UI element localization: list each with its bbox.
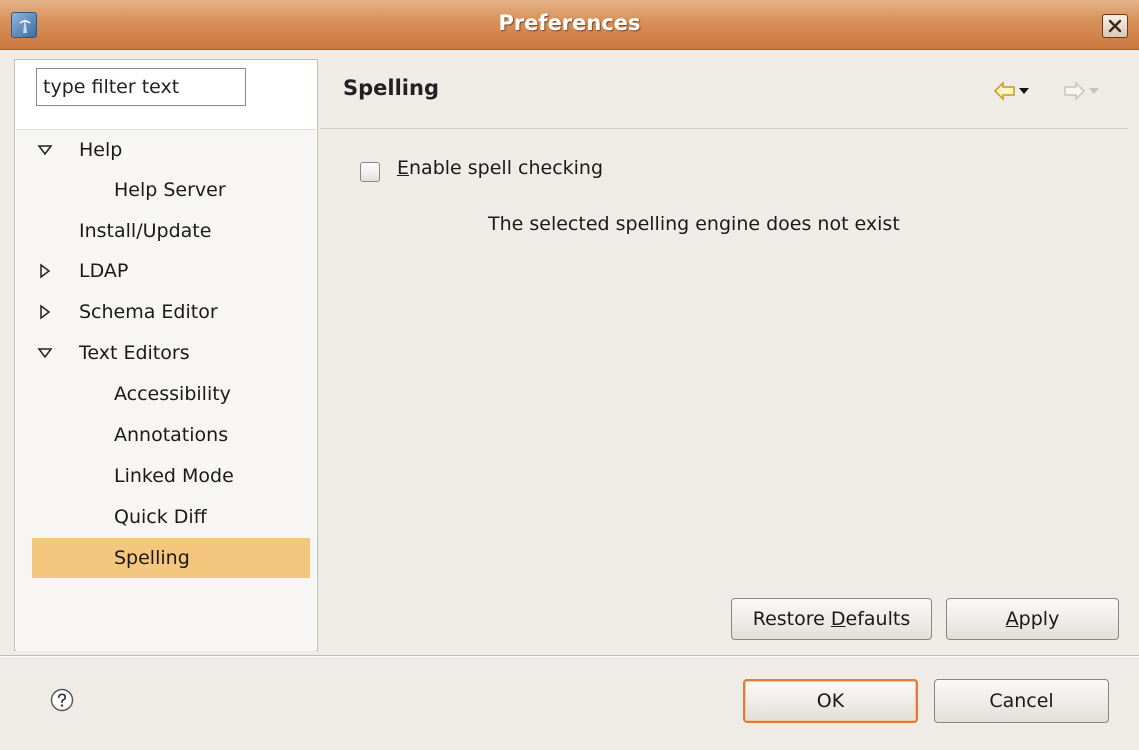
mnemonic-letter: E xyxy=(397,157,410,179)
cancel-button[interactable]: Cancel xyxy=(934,679,1109,723)
tree-item-label: Help Server xyxy=(114,179,226,201)
preferences-window: Preferences type filter text Help Help S… xyxy=(0,0,1139,750)
preference-navigation-pane: type filter text Help Help Server Instal… xyxy=(14,59,318,651)
tree-item-text-editors[interactable]: Text Editors xyxy=(16,333,316,373)
enable-spell-checking-checkbox[interactable] xyxy=(360,162,380,182)
window-title: Preferences xyxy=(498,11,641,35)
tree-item-label: Accessibility xyxy=(114,383,231,405)
tree-item-label: Install/Update xyxy=(79,220,212,242)
tree-item-label: Annotations xyxy=(114,424,229,446)
help-icon[interactable] xyxy=(50,688,74,712)
restore-label-pre: Restore xyxy=(752,608,831,630)
enable-spell-checking-label[interactable]: Enable spell checking xyxy=(397,157,603,179)
page-title: Spelling xyxy=(343,76,439,100)
collapsed-toggle-icon[interactable] xyxy=(37,263,53,279)
tree-item-install-update[interactable]: Install/Update xyxy=(16,211,316,251)
expanded-toggle-icon[interactable] xyxy=(37,345,53,361)
close-icon[interactable] xyxy=(1102,14,1128,38)
tree-item-label: Quick Diff xyxy=(114,506,207,528)
back-arrow-icon[interactable] xyxy=(992,79,1032,103)
spelling-engine-message: The selected spelling engine does not ex… xyxy=(488,213,900,235)
tree-item-label: LDAP xyxy=(79,260,129,282)
apply-label-rest: pply xyxy=(1018,608,1060,630)
tree-item-help-server[interactable]: Help Server xyxy=(16,170,316,210)
page-header: Spelling xyxy=(320,59,1128,129)
tree-item-linked-mode[interactable]: Linked Mode xyxy=(16,456,316,496)
restore-mnemonic: D xyxy=(830,608,846,630)
restore-defaults-button[interactable]: Restore Defaults xyxy=(731,598,932,640)
tree-item-accessibility[interactable]: Accessibility xyxy=(16,374,316,414)
tree-item-label: Spelling xyxy=(114,547,190,569)
ok-button[interactable]: OK xyxy=(743,679,918,723)
forward-arrow-icon xyxy=(1064,81,1099,101)
tree-item-quick-diff[interactable]: Quick Diff xyxy=(16,497,316,537)
tree-item-spelling[interactable]: Spelling xyxy=(32,538,310,578)
dialog-separator xyxy=(0,655,1139,657)
apply-mnemonic: A xyxy=(1005,608,1019,630)
apply-button[interactable]: Apply xyxy=(946,598,1119,640)
label-text: nable spell checking xyxy=(409,157,604,179)
filter-input[interactable]: type filter text xyxy=(36,68,246,106)
tree-item-help[interactable]: Help xyxy=(16,130,316,170)
tree-item-label: Linked Mode xyxy=(114,465,234,487)
collapsed-toggle-icon[interactable] xyxy=(37,304,53,320)
tree-item-annotations[interactable]: Annotations xyxy=(16,415,316,455)
tree-item-label: Help xyxy=(79,139,123,161)
tree-item-ldap[interactable]: LDAP xyxy=(16,251,316,291)
expanded-toggle-icon[interactable] xyxy=(37,142,53,158)
preference-tree: Help Help Server Install/Update LDAP Sch… xyxy=(16,129,316,651)
tree-item-schema-editor[interactable]: Schema Editor xyxy=(16,292,316,332)
title-bar[interactable]: Preferences xyxy=(0,0,1139,50)
tree-item-label: Text Editors xyxy=(79,342,190,364)
tree-item-label: Schema Editor xyxy=(79,301,218,323)
restore-label-post: efaults xyxy=(845,608,911,630)
